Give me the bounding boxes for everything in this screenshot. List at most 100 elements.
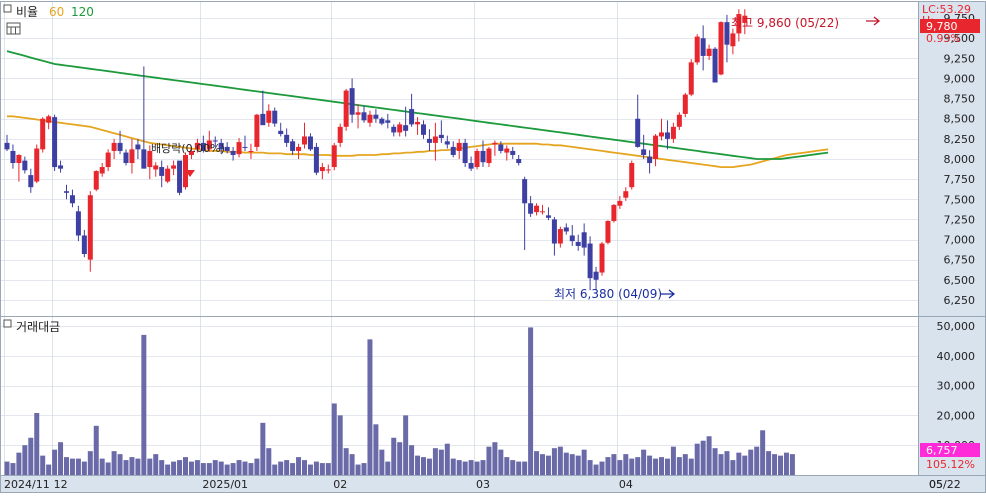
- candle-body: [456, 142, 462, 151]
- candle-body: [510, 150, 516, 155]
- candle-body: [444, 141, 450, 145]
- stock-chart: 6,250 6,500 6,750 7,000 7,250 7,500 7,750 8,000…: [0, 0, 986, 493]
- candle-body: [534, 205, 540, 213]
- volume-bar: [230, 463, 236, 475]
- volume-bar: [117, 454, 123, 475]
- volume-bar: [343, 448, 349, 475]
- volume-bar: [385, 461, 391, 475]
- volume-bar: [242, 461, 248, 475]
- volume-bar: [623, 454, 629, 475]
- table-icon[interactable]: [6, 22, 21, 35]
- legend-box[interactable]: [3, 4, 12, 13]
- candle: [611, 204, 617, 223]
- candle: [87, 191, 93, 272]
- candle: [712, 47, 718, 83]
- volume-bar: [498, 449, 504, 475]
- price-tick-label: 9,000: [944, 72, 976, 85]
- volume-bar: [111, 451, 117, 475]
- candle-body: [141, 149, 147, 169]
- candle-body: [69, 195, 75, 204]
- volume-tick-label: 30,000: [937, 380, 976, 393]
- candle-body: [349, 88, 355, 115]
- candle-body: [343, 90, 349, 127]
- volume-bar: [87, 451, 93, 475]
- volume-bar: [492, 442, 498, 475]
- candle: [629, 160, 635, 190]
- date-tick-label: 12: [54, 478, 68, 491]
- candle-body: [385, 120, 391, 123]
- volume-bar: [778, 455, 783, 475]
- candle-body: [266, 110, 272, 123]
- volume-bar: [28, 437, 34, 475]
- volume-bar: [391, 437, 397, 475]
- candle-body: [93, 171, 99, 190]
- volume-bar: [337, 415, 343, 475]
- background: [0, 0, 986, 493]
- price-tick-label: 7,000: [944, 234, 976, 247]
- price-tick-label: 8,000: [944, 153, 976, 166]
- candle-body: [486, 148, 492, 164]
- candle: [52, 114, 58, 172]
- volume-bar: [444, 443, 450, 475]
- volume-bar: [635, 457, 641, 475]
- candle-body: [397, 124, 403, 133]
- candle-body: [700, 38, 706, 56]
- candle-body: [593, 271, 599, 280]
- volume-bar: [676, 457, 682, 475]
- volume-bar: [712, 448, 718, 475]
- candle-body: [159, 167, 165, 176]
- volume-bar: [34, 412, 40, 475]
- candle-body: [58, 165, 64, 169]
- volume-pct: 105.12%: [926, 458, 975, 471]
- candle: [331, 142, 337, 171]
- candle: [682, 92, 688, 118]
- change-pct: 0.93%: [926, 32, 961, 45]
- candle-body: [682, 94, 688, 114]
- candle-body: [4, 142, 10, 150]
- volume-bar: [659, 457, 664, 475]
- candle-body: [426, 138, 432, 143]
- volume-bar: [379, 449, 385, 475]
- volume-bar: [748, 449, 754, 475]
- volume-bar: [135, 458, 141, 475]
- volume-bar: [789, 454, 795, 475]
- candle-body: [623, 191, 629, 198]
- volume-bar: [783, 452, 789, 475]
- candle-body: [99, 167, 105, 174]
- candle-body: [688, 62, 694, 95]
- candle-body: [575, 241, 581, 246]
- volume-bar: [218, 461, 224, 475]
- volume-bar: [313, 461, 319, 475]
- dividend-annotation: 배당락(0.00%): [151, 142, 225, 155]
- candle-body: [421, 124, 426, 135]
- candle-body: [730, 33, 736, 47]
- volume-bar: [653, 458, 659, 475]
- price-tick-label: 7,250: [944, 213, 976, 226]
- volume-bar: [361, 463, 367, 475]
- volume-bar: [486, 446, 492, 475]
- volume-bar: [236, 460, 242, 475]
- candle-body: [296, 146, 302, 151]
- volume-bar: [69, 458, 75, 475]
- candle-body: [599, 243, 605, 273]
- volume-tick-label: 20,000: [937, 409, 976, 422]
- volume-bar: [462, 461, 468, 475]
- volume-bar: [730, 460, 736, 475]
- price-tick-label: 7,750: [944, 173, 976, 186]
- candle-body: [16, 154, 22, 164]
- volume-bar: [302, 460, 307, 475]
- volume-bar: [248, 463, 254, 475]
- volume-bar: [147, 458, 153, 475]
- volume-bar: [46, 464, 52, 475]
- volume-bar: [456, 460, 462, 475]
- volume-bar: [188, 461, 194, 475]
- price-tick-label: 8,500: [944, 113, 976, 126]
- candle-body: [706, 48, 712, 56]
- volume-legend-box[interactable]: [3, 319, 12, 328]
- volume-bar: [593, 464, 599, 475]
- volume-bar: [260, 422, 266, 475]
- candle: [177, 160, 183, 196]
- candle-body: [123, 152, 129, 164]
- candle-body: [712, 48, 718, 83]
- volume-bar: [421, 457, 426, 475]
